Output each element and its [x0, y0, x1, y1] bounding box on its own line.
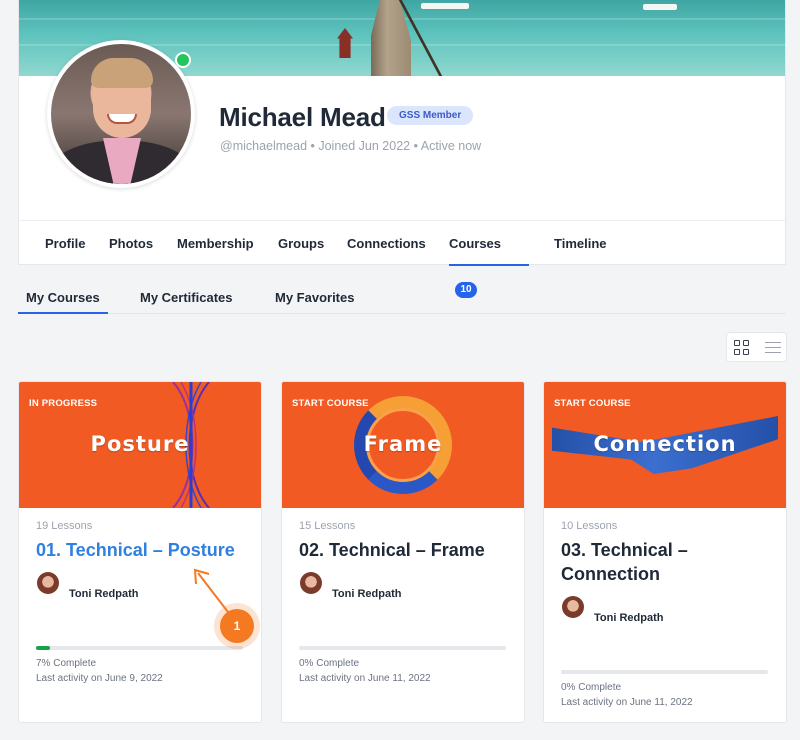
- course-cover-image[interactable]: START COURSE Frame: [282, 382, 524, 508]
- cover-title: Connection: [593, 432, 737, 456]
- nav-item-courses[interactable]: Courses10: [449, 221, 529, 298]
- last-activity-text: Last activity on June 11, 2022: [299, 673, 431, 684]
- course-progress-bar: [561, 670, 768, 674]
- lesson-count: 19 Lessons: [36, 520, 93, 532]
- last-activity-text: Last activity on June 11, 2022: [561, 697, 693, 708]
- subtab-my-courses[interactable]: My Courses: [18, 282, 108, 314]
- course-progress-bar: [299, 646, 506, 650]
- course-cover-image[interactable]: IN PROGRESS Posture: [19, 382, 261, 508]
- course-cover-image[interactable]: START COURSE Connection: [544, 382, 786, 508]
- course-title-link[interactable]: 03. Technical – Connection: [561, 538, 770, 586]
- subtab-my-certificates[interactable]: My Certificates: [140, 282, 232, 314]
- lesson-count: 15 Lessons: [299, 520, 356, 532]
- grid-icon: [734, 340, 750, 356]
- pier-hut: [337, 28, 353, 58]
- completion-text: 0% Complete: [561, 682, 622, 693]
- member-type-badge: GSS Member: [387, 106, 474, 125]
- nav-item-profile[interactable]: Profile: [45, 221, 85, 266]
- course-progress-bar: [36, 646, 243, 650]
- profile-meta: @michaelmead • Joined Jun 2022 • Active …: [220, 139, 482, 153]
- course-card[interactable]: START COURSE Frame 15 Lessons 02. Techni…: [281, 381, 525, 723]
- author-name[interactable]: Toni Redpath: [332, 588, 401, 600]
- nav-item-courses-label: Courses: [449, 236, 502, 251]
- author-avatar[interactable]: [37, 572, 59, 594]
- annotation-step-badge: 1: [220, 609, 254, 643]
- completion-text: 0% Complete: [299, 658, 360, 669]
- subtab-my-favorites[interactable]: My Favorites: [275, 282, 354, 314]
- list-icon: [765, 342, 781, 353]
- course-status-label: IN PROGRESS: [29, 398, 98, 409]
- course-card[interactable]: IN PROGRESS Posture 19 Lessons 01. Techn…: [18, 381, 262, 723]
- profile-name: Michael Mead: [219, 102, 386, 132]
- author-name[interactable]: Toni Redpath: [594, 612, 663, 624]
- lesson-count: 10 Lessons: [561, 520, 618, 532]
- author-name[interactable]: Toni Redpath: [69, 588, 138, 600]
- online-status-indicator: [175, 52, 191, 68]
- list-view-button[interactable]: [758, 333, 788, 361]
- nav-item-photos[interactable]: Photos: [109, 221, 153, 266]
- last-activity-text: Last activity on June 9, 2022: [36, 673, 163, 684]
- course-title-link[interactable]: 01. Technical – Posture: [36, 538, 245, 562]
- nav-item-connections[interactable]: Connections: [347, 221, 426, 266]
- completion-text: 7% Complete: [36, 658, 97, 669]
- view-toggle: [726, 332, 787, 362]
- nav-item-timeline[interactable]: Timeline: [554, 221, 607, 266]
- profile-avatar[interactable]: [47, 40, 195, 188]
- author-avatar[interactable]: [562, 596, 584, 618]
- cover-title: Frame: [363, 432, 443, 456]
- course-card[interactable]: START COURSE Connection 10 Lessons 03. T…: [543, 381, 787, 723]
- profile-card: Michael Mead GSS Member @michaelmead • J…: [18, 0, 786, 298]
- course-status-label: START COURSE: [554, 398, 631, 409]
- nav-item-groups[interactable]: Groups: [278, 221, 324, 266]
- course-subtabs: My Courses My Certificates My Favorites: [18, 282, 786, 314]
- profile-nav: Profile Photos Membership Groups Connect…: [19, 220, 785, 298]
- course-title-link[interactable]: 02. Technical – Frame: [299, 538, 508, 562]
- course-status-label: START COURSE: [292, 398, 369, 409]
- grid-view-button[interactable]: [727, 333, 757, 361]
- nav-item-membership[interactable]: Membership: [177, 221, 254, 266]
- cover-title: Posture: [90, 432, 190, 456]
- author-avatar[interactable]: [300, 572, 322, 594]
- progress-fill: [36, 646, 51, 650]
